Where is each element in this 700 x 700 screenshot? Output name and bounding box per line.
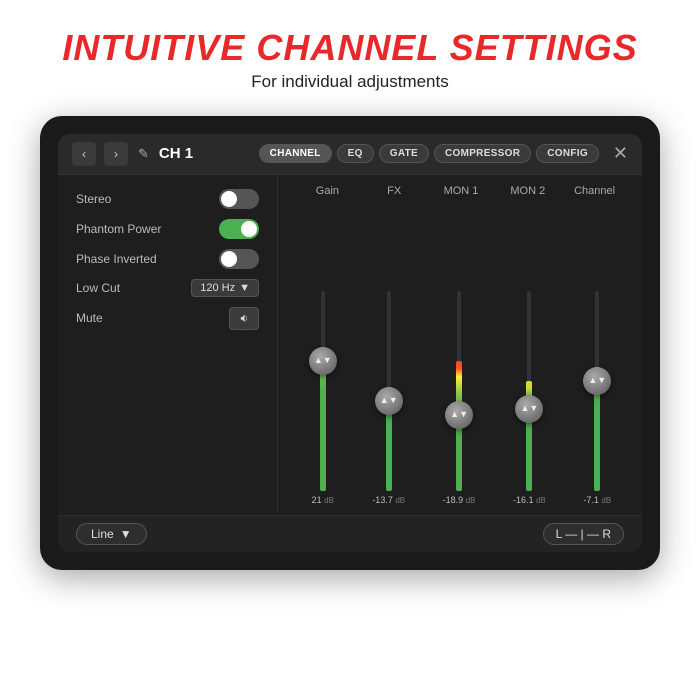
phantom-power-toggle-knob: [241, 221, 257, 237]
fader-track-mon1: [457, 291, 461, 491]
stereo-label: Stereo: [76, 192, 111, 206]
fader-thumb-channel[interactable]: ▲▼: [583, 367, 611, 395]
fader-value-mon2: -16.1 dB: [513, 495, 546, 505]
fader-labels-row: Gain FX MON 1 MON 2 Channel: [294, 185, 628, 197]
dropdown-arrow-icon: ▼: [239, 282, 250, 294]
faders-row: ▲▼ 21 dB ▲▼: [294, 203, 628, 505]
fader-thumb-arrows-fx: ▲▼: [380, 396, 398, 405]
channel-name-label: CH 1: [159, 145, 193, 162]
fader-value-mon1: -18.9 dB: [443, 495, 476, 505]
fader-thumb-arrows-gain: ▲▼: [314, 356, 332, 365]
mute-button[interactable]: 🔉︎: [229, 307, 259, 330]
input-type-dropdown-arrow-icon: ▼: [120, 527, 132, 541]
left-panel: Stereo Phantom Power Phase Inverted: [58, 175, 278, 515]
top-bar: ‹ › ✎ CH 1 CHANNEL EQ GATE COMPRESSOR CO…: [58, 134, 642, 175]
header-section: INTUITIVE CHANNEL SETTINGS For individua…: [42, 0, 657, 106]
fader-col-gain: ▲▼ 21 dB: [311, 291, 335, 505]
content-area: Stereo Phantom Power Phase Inverted: [58, 175, 642, 515]
phantom-power-label: Phantom Power: [76, 222, 161, 236]
tablet-wrapper: ‹ › ✎ CH 1 CHANNEL EQ GATE COMPRESSOR CO…: [40, 116, 660, 570]
phantom-power-toggle[interactable]: [219, 219, 259, 239]
fader-track-gain: [321, 291, 325, 491]
stereo-toggle[interactable]: [219, 189, 259, 209]
stereo-control-row: Stereo: [76, 189, 259, 209]
fader-col-fx: ▲▼ -13.7 dB: [372, 291, 405, 505]
fader-track-wrap-channel[interactable]: ▲▼: [585, 291, 609, 491]
fader-track-wrap-fx[interactable]: ▲▼: [377, 291, 401, 491]
phase-inverted-label: Phase Inverted: [76, 252, 157, 266]
close-icon[interactable]: ✕: [613, 143, 628, 164]
tab-channel[interactable]: CHANNEL: [259, 144, 332, 163]
fader-col-mon1: ▲▼ -18.9 dB: [443, 291, 476, 505]
right-panel: Gain FX MON 1 MON 2 Channel: [278, 175, 642, 515]
low-cut-value: 120 Hz: [200, 282, 235, 294]
nav-next-button[interactable]: ›: [104, 142, 128, 166]
fader-label-channel: Channel: [565, 185, 625, 197]
fader-track-mon2: [527, 291, 531, 491]
tablet-screen: ‹ › ✎ CH 1 CHANNEL EQ GATE COMPRESSOR CO…: [58, 134, 642, 552]
mute-row: Mute 🔉︎: [76, 307, 259, 330]
fader-track-wrap-mon2[interactable]: ▲▼: [517, 291, 541, 491]
fader-label-mon2: MON 2: [498, 185, 558, 197]
nav-prev-button[interactable]: ‹: [72, 142, 96, 166]
fader-label-mon1: MON 1: [431, 185, 491, 197]
input-type-label: Line: [91, 527, 114, 541]
fader-track-wrap-gain[interactable]: ▲▼: [311, 291, 335, 491]
tab-eq[interactable]: EQ: [337, 144, 374, 163]
fader-thumb-mon2[interactable]: ▲▼: [515, 395, 543, 423]
subtitle: For individual adjustments: [62, 72, 637, 92]
fader-value-gain: 21 dB: [312, 495, 334, 505]
stereo-toggle-knob: [221, 191, 237, 207]
phase-inverted-toggle[interactable]: [219, 249, 259, 269]
fader-thumb-arrows-mon1: ▲▼: [450, 410, 468, 419]
low-cut-dropdown[interactable]: 120 Hz ▼: [191, 279, 259, 297]
fader-label-gain: Gain: [297, 185, 357, 197]
pan-control[interactable]: L — | — R: [543, 523, 624, 545]
fader-label-fx: FX: [364, 185, 424, 197]
fader-col-mon2: ▲▼ -16.1 dB: [513, 291, 546, 505]
bottom-bar: Line ▼ L — | — R: [58, 515, 642, 552]
pencil-icon: ✎: [138, 146, 149, 162]
mute-icon: 🔉︎: [240, 311, 248, 326]
input-type-dropdown[interactable]: Line ▼: [76, 523, 147, 545]
low-cut-label: Low Cut: [76, 281, 120, 295]
mute-label: Mute: [76, 311, 103, 325]
fader-value-fx: -13.7 dB: [372, 495, 405, 505]
tab-group: CHANNEL EQ GATE COMPRESSOR CONFIG: [259, 144, 599, 163]
pan-label: L — | — R: [556, 527, 611, 541]
phase-inverted-toggle-knob: [221, 251, 237, 267]
fader-track-wrap-mon1[interactable]: ▲▼: [447, 291, 471, 491]
tab-compressor[interactable]: COMPRESSOR: [434, 144, 531, 163]
tab-gate[interactable]: GATE: [379, 144, 429, 163]
fader-thumb-fx[interactable]: ▲▼: [375, 387, 403, 415]
fader-value-channel: -7.1 dB: [583, 495, 611, 505]
fader-thumb-arrows-mon2: ▲▼: [521, 404, 539, 413]
low-cut-row: Low Cut 120 Hz ▼: [76, 279, 259, 297]
fader-thumb-mon1[interactable]: ▲▼: [445, 401, 473, 429]
tab-config[interactable]: CONFIG: [536, 144, 599, 163]
main-title: INTUITIVE CHANNEL SETTINGS: [62, 28, 637, 68]
fader-thumb-gain[interactable]: ▲▼: [309, 347, 337, 375]
phantom-power-control-row: Phantom Power: [76, 219, 259, 239]
fader-col-channel: ▲▼ -7.1 dB: [583, 291, 611, 505]
phase-inverted-control-row: Phase Inverted: [76, 249, 259, 269]
fader-thumb-arrows-channel: ▲▼: [588, 376, 606, 385]
